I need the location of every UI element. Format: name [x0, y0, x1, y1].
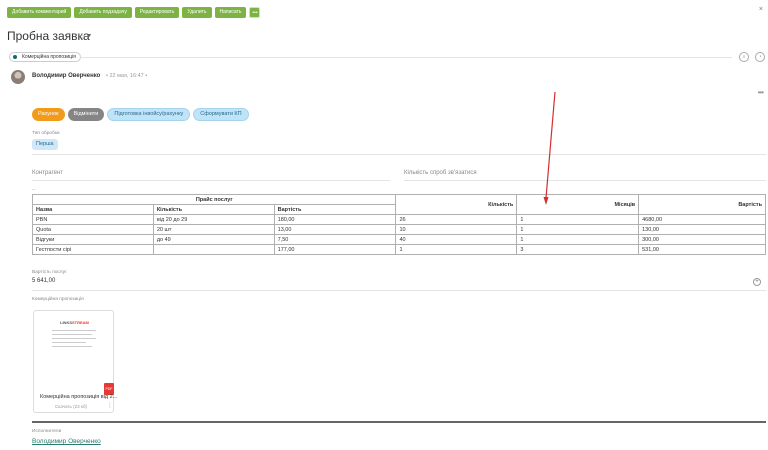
write-button[interactable]: Написать	[214, 7, 247, 18]
table-row: Гестпости сірі 177,00 1 3 531,00	[32, 244, 766, 255]
table-cell: 1	[395, 244, 518, 255]
add-subtask-button[interactable]: Добавить подзадачу	[74, 7, 132, 18]
arrow-line	[545, 91, 556, 199]
chat-icon[interactable]: ◔	[755, 52, 765, 62]
search-icon[interactable]: ⌕	[739, 52, 749, 62]
service-cost-label: Вартість послуг	[32, 270, 67, 275]
table-cell: до 49	[152, 234, 275, 245]
counterparty-field[interactable]: Контрагент	[32, 170, 63, 176]
document-thumbnail: LINKSSTREAM	[50, 316, 100, 356]
table-cell: 1	[516, 214, 640, 225]
stage-invoice-button[interactable]: Рахунок	[32, 108, 65, 121]
processing-type-value[interactable]: Перша	[32, 139, 58, 150]
tag-label: Комерційна пропозиція	[22, 54, 76, 60]
col-cost2-header: Вартість	[638, 194, 766, 215]
table-cell: 300,00	[638, 234, 766, 245]
commercial-offer-label: Комерційна пропозиція	[32, 297, 84, 302]
doc-line	[52, 346, 92, 347]
table-cell: 26	[395, 214, 518, 225]
author-name[interactable]: Володимир Оверченко	[32, 73, 100, 79]
delete-button[interactable]: Удалить	[182, 7, 212, 18]
table-cell: 1	[516, 234, 640, 245]
table-row: PBN від 20 до 29 180,00 26 1 4680,00	[32, 214, 766, 225]
category-tag[interactable]: Комерційна пропозиція	[9, 52, 81, 62]
table-cell: PBN	[32, 214, 154, 225]
doc-line	[52, 330, 96, 331]
post-menu-icon[interactable]: •••	[758, 88, 764, 97]
table-row: Quota 20 шт 13,00 10 1 130,00	[32, 224, 766, 235]
service-cost-value: 5 641,00	[32, 278, 56, 284]
stage-prepare-invoice-button[interactable]: Підготовка інвойсу/рахунку	[107, 108, 191, 121]
executors-divider	[32, 421, 766, 423]
logo-part-b: STREAM	[72, 320, 89, 325]
dots-text: ..	[32, 186, 36, 192]
table-cell: 4680,00	[638, 214, 766, 225]
col-qty2-header: Кількість	[395, 194, 518, 215]
cost-divider	[32, 290, 766, 291]
executor-name[interactable]: Володимир Оверченко	[32, 438, 101, 445]
document-logo: LINKSSTREAM	[60, 320, 89, 325]
price-group-header: Прайс послуг	[31, 194, 397, 205]
table-cell: 177,00	[273, 244, 397, 255]
table-cell: 10	[395, 224, 518, 235]
document-name[interactable]: Комерційна пропозиція від 2...	[40, 394, 117, 400]
price-table: Прайс послуг Кількість Місяців Вартість …	[31, 194, 766, 255]
title-dropdown-icon[interactable]: ▾	[88, 32, 91, 39]
table-cell: 7,50	[273, 234, 397, 245]
contact-attempts-underline	[404, 180, 766, 181]
toolbar: Добавить комментарий Добавить подзадачу …	[7, 7, 261, 18]
table-cell: 3	[516, 244, 640, 255]
table-cell	[152, 244, 275, 255]
table-cell: 1	[516, 224, 640, 235]
counterparty-underline	[32, 180, 390, 181]
table-cell: Гестпости сірі	[32, 244, 154, 255]
close-icon[interactable]: ×	[759, 6, 763, 13]
tag-dot-icon	[13, 55, 17, 59]
post-date: • 22 мая, 16:47 •	[106, 73, 148, 79]
table-cell: 180,00	[273, 214, 397, 225]
add-comment-button[interactable]: Добавить комментарий	[7, 7, 72, 18]
tag-divider	[80, 57, 732, 58]
contact-attempts-field[interactable]: Кількість спроб зв'язатися	[404, 170, 477, 176]
doc-line	[52, 338, 96, 339]
table-cell: Quota	[32, 224, 154, 235]
table-cell: 130,00	[638, 224, 766, 235]
stage-cancel-button[interactable]: Відмінити	[67, 108, 105, 121]
col-months-header: Місяців	[516, 194, 640, 215]
favorite-star-icon[interactable]: ☆	[78, 32, 85, 41]
document-menu-icon[interactable]: ⋮	[107, 402, 113, 409]
table-cell: 20 шт	[152, 224, 275, 235]
table-cell: 13,00	[273, 224, 397, 235]
col-name-header: Назва	[32, 204, 154, 215]
table-cell: 531,00	[638, 244, 766, 255]
table-cell: Відгуки	[32, 234, 154, 245]
more-actions-button[interactable]: •••	[249, 7, 261, 18]
logo-part-a: LINKS	[60, 320, 72, 325]
doc-line	[52, 334, 92, 335]
stage-create-offer-button[interactable]: Сформувати КП	[193, 108, 249, 121]
table-cell: 40	[395, 234, 518, 245]
col-qty-header: Кількість	[152, 204, 275, 215]
field-divider	[32, 154, 766, 155]
doc-line	[52, 342, 86, 343]
edit-button[interactable]: Редактировать	[134, 7, 180, 18]
stage-buttons: Рахунок Відмінити Підготовка інвойсу/рах…	[32, 108, 249, 121]
table-cell: від 20 до 29	[152, 214, 275, 225]
processing-type-label: Тип обробки	[32, 131, 60, 136]
document-download-link[interactable]: Скачать (23 кб)	[55, 404, 87, 409]
table-row: Відгуки до 49 7,50 40 1 300,00	[32, 234, 766, 245]
add-icon[interactable]: +	[753, 278, 761, 286]
avatar[interactable]	[11, 70, 25, 84]
col-cost-header: Вартість	[273, 204, 397, 215]
executors-label: Исполнители	[32, 429, 62, 434]
